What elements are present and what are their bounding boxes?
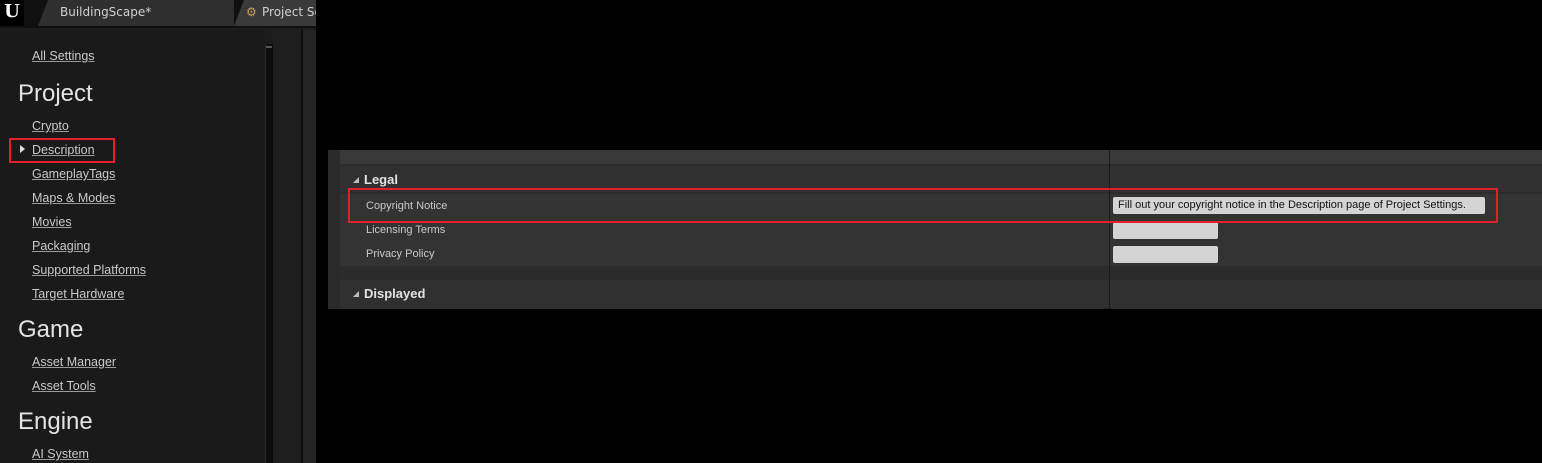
property-row-privacy [340,242,1542,266]
nav-item-packaging[interactable]: Packaging [32,238,90,254]
collapse-arrow-icon[interactable] [353,177,359,183]
nav-gap [273,30,301,463]
nav-item-asset-tools[interactable]: Asset Tools [32,378,96,394]
category-label-legal: Legal [364,172,398,187]
document-tab-strip: U BuildingScape* ⚙ Project Settings [0,0,316,28]
nav-all-settings[interactable]: All Settings [32,48,95,64]
nav-item-asset-manager[interactable]: Asset Manager [32,354,116,370]
copyright-highlight-box [348,188,1498,223]
category-label-displayed: Displayed [364,286,426,301]
nav-scroll-thumb[interactable] [266,46,272,48]
property-label-privacy: Privacy Policy [366,248,435,260]
settings-window: U BuildingScape* ⚙ Project Settings All … [0,0,316,463]
tab-level-label: BuildingScape* [60,5,152,19]
tab-level[interactable]: BuildingScape* [38,0,234,26]
nav-item-gameplaytags[interactable]: GameplayTags [32,166,115,182]
nav-heading-project: Project [18,80,93,107]
nav-item-target-hardware[interactable]: Target Hardware [32,286,124,302]
details-indent-bar [328,150,340,309]
nav-item-ai-system[interactable]: AI System [32,446,89,462]
property-label-licensing: Licensing Terms [366,224,446,236]
privacy-policy-input[interactable] [1113,246,1218,263]
nav-heading-game: Game [18,316,84,343]
settings-gear-icon: ⚙ [246,5,257,19]
column-divider[interactable] [1109,150,1110,309]
licensing-terms-input[interactable] [1113,222,1218,239]
nav-item-crypto[interactable]: Crypto [32,118,69,134]
tab-project-settings-label: Project Settings [262,5,316,19]
nav-heading-engine: Engine [18,408,93,435]
nav-scrollbar[interactable] [265,44,273,463]
category-row-displayed[interactable] [340,280,1542,308]
panel-edge [303,30,316,463]
details-header-strip [340,150,1542,164]
nav-item-maps-modes[interactable]: Maps & Modes [32,190,115,206]
collapse-arrow-icon[interactable] [353,291,359,297]
description-highlight-box [9,138,115,163]
unreal-logo-icon[interactable]: U [0,0,24,26]
tab-project-settings[interactable]: ⚙ Project Settings [234,0,316,26]
nav-item-movies[interactable]: Movies [32,214,72,230]
nav-item-supported-platforms[interactable]: Supported Platforms [32,262,146,278]
